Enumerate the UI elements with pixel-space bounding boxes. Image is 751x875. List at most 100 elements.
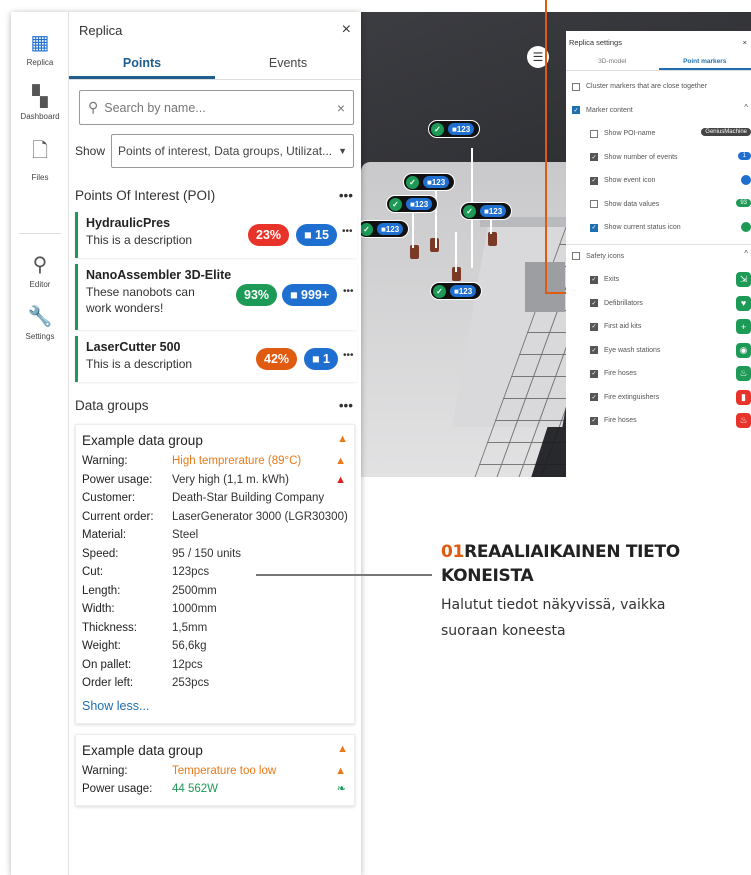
tab-events[interactable]: Events (215, 48, 361, 79)
checkbox[interactable] (572, 82, 580, 91)
show-select[interactable]: Points of interest, Data groups, Utiliza… (111, 134, 354, 168)
option-label: Show event icon (604, 177, 656, 185)
event-count-badge: ■ 123 (448, 123, 475, 135)
nav-item-files[interactable]: 🗋 Files (11, 136, 69, 182)
status-ok-icon: ✓ (431, 122, 444, 136)
scene-marker[interactable]: ✓ ■ 123 (430, 282, 483, 300)
checkbox[interactable] (590, 129, 598, 138)
checkbox[interactable] (590, 200, 598, 209)
option-label: Defibrillators (604, 299, 643, 307)
event-count-badge: ■ 999+ (282, 284, 338, 306)
data-row: Weight: 56,6kg (82, 640, 207, 652)
data-row: Customer: Death-Star Building Company (82, 492, 325, 504)
option-label: Safety icons (586, 252, 625, 260)
utilization-badge: 42% (256, 348, 298, 370)
data-row: Material: Steel (82, 529, 199, 541)
checkbox[interactable]: ✓ (590, 275, 598, 284)
show-poi-name-option[interactable]: Show POI-name GeniusMachine (566, 122, 751, 146)
tab-3d-model[interactable]: 3D-model (566, 53, 659, 70)
safety-defibrillators-option[interactable]: ✓ Defibrillators ♥ (566, 292, 751, 316)
scene-marker[interactable]: ✓ ■ 123 (386, 195, 439, 213)
chevron-up-icon[interactable]: ^ (744, 249, 748, 258)
machine (488, 232, 497, 246)
marker-pole (412, 208, 414, 248)
more-icon[interactable]: ••• (339, 398, 353, 413)
show-less-link[interactable]: Show less... (82, 699, 348, 713)
data-row: Power usage: Very high (1,1 m. kWh) ▲ (82, 471, 348, 490)
show-current-status-icon-option[interactable]: ✓ Show current status icon (566, 216, 751, 240)
status-ok-icon: ✓ (360, 222, 373, 236)
show-number-of-events-option[interactable]: ✓ Show number of events 1 (566, 146, 751, 170)
chevron-up-icon[interactable]: ^ (744, 103, 748, 112)
location-pin-icon: ⚲ (32, 254, 48, 276)
close-icon[interactable]: × (743, 38, 747, 47)
option-label: First aid kits (604, 323, 642, 331)
tab-points[interactable]: Points (69, 48, 215, 79)
status-icon-preview (741, 222, 751, 232)
checkbox[interactable]: ✓ (590, 393, 598, 402)
more-icon[interactable]: ••• (342, 226, 353, 237)
safety-fire-hoses-2-option[interactable]: ✓ Fire hoses ♨ (566, 409, 751, 433)
checkbox[interactable]: ✓ (590, 322, 598, 331)
safety-eye-wash-option[interactable]: ✓ Eye wash stations ◉ (566, 339, 751, 363)
checkbox[interactable]: ✓ (590, 223, 598, 232)
more-icon[interactable]: ••• (343, 286, 354, 297)
data-group-card: Example data group ▲ Warning: Temperature … (75, 733, 355, 806)
safety-fire-hoses-option[interactable]: ✓ Fire hoses ♨ (566, 362, 751, 386)
first-aid-icon: + (736, 319, 751, 334)
safety-first-aid-option[interactable]: ✓ First aid kits + (566, 315, 751, 339)
points-panel: Replica × Points Events ⚲ Search by name.… (69, 12, 361, 875)
more-icon[interactable]: ••• (339, 188, 353, 203)
show-event-icon-option[interactable]: ✓ Show event icon (566, 169, 751, 193)
preview-badge: GeniusMachine (701, 128, 751, 136)
nav-item-editor[interactable]: ⚲ Editor (11, 252, 69, 289)
option-label: Show current status icon (604, 224, 681, 232)
leaf-icon: ❧ (336, 783, 346, 795)
checkbox[interactable]: ✓ (590, 416, 598, 425)
event-count-badge: ■ 123 (406, 198, 433, 210)
checkbox[interactable]: ✓ (590, 176, 598, 185)
scene-marker[interactable]: ✓ ■ 123 (460, 202, 513, 220)
data-row: Length: 2500mm (82, 584, 217, 597)
callout-title-line2: KONEISTA (441, 566, 534, 586)
checkbox[interactable]: ✓ (590, 299, 598, 308)
tab-point-markers[interactable]: Point markers (658, 53, 751, 70)
checkbox[interactable] (572, 252, 580, 261)
search-input[interactable]: ⚲ Search by name... × (79, 90, 354, 125)
clear-icon[interactable]: × (337, 100, 345, 116)
data-groups-section-header: Data groups ••• (69, 392, 361, 418)
warning-icon: ▲ (337, 433, 348, 445)
nav-item-settings[interactable]: 🔧 Settings (11, 304, 69, 341)
checkbox[interactable]: ✓ (590, 153, 598, 162)
option-label: Fire extinguishers (604, 393, 660, 401)
checkbox[interactable]: ✓ (590, 346, 598, 355)
cluster-option[interactable]: Cluster markers that are close together (566, 75, 751, 99)
status-ok-icon: ✓ (433, 284, 446, 298)
data-row: On pallet: 12pcs (82, 658, 203, 671)
event-count-badge: ■ 123 (423, 176, 450, 188)
nav-item-dashboard[interactable]: ▚ Dashboard (11, 84, 69, 121)
nav-item-replica[interactable]: ▦ Replica (11, 30, 69, 67)
callout-title: REAALIAIKAINEN TIETO (464, 542, 680, 562)
show-label: Show (75, 144, 106, 158)
safety-fire-extinguishers-option[interactable]: ✓ Fire extinguishers ▮ (566, 386, 751, 410)
scene-marker[interactable]: ✓ ■ 123 (403, 173, 456, 191)
show-data-values-option[interactable]: Show data values 93 (566, 193, 751, 217)
more-icon[interactable]: ••• (343, 350, 354, 361)
scene-marker[interactable]: ✓ ■ 123 (357, 220, 410, 238)
safety-exits-option[interactable]: ✓ Exits ⇲ (566, 268, 751, 292)
option-label: Marker content (586, 106, 633, 114)
utilization-badge: 93% (236, 284, 278, 306)
close-icon[interactable]: × (342, 21, 351, 39)
safety-icons-option[interactable]: Safety icons ^ (566, 245, 751, 269)
checkbox[interactable]: ✓ (590, 369, 598, 378)
scene-marker[interactable]: ✓ ■ 123 (428, 120, 481, 138)
poi-card[interactable]: HydraulicPres This is a description 23% … (75, 212, 357, 258)
marker-content-option[interactable]: ✓ Marker content ^ (566, 99, 751, 123)
event-count-badge: ■ 15 (296, 224, 337, 246)
poi-card[interactable]: LaserCutter 500 This is a description 42… (75, 336, 357, 382)
poi-card[interactable]: NanoAssembler 3D-Elite These nanobots ca… (75, 264, 357, 330)
data-row: Thickness: 1,5mm (82, 621, 208, 634)
wrench-icon: 🔧 (27, 306, 53, 328)
checkbox[interactable]: ✓ (572, 106, 580, 115)
